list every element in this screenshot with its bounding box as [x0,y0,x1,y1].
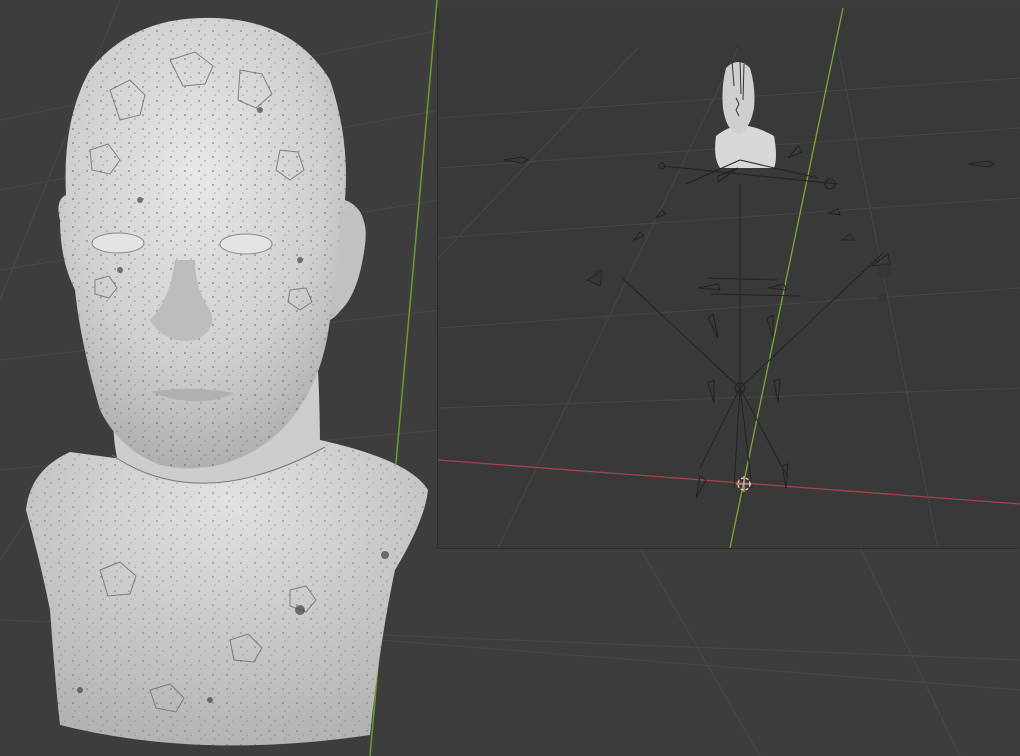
armature-rig [503,145,996,499]
inset-viewport[interactable] [438,8,1020,548]
main-3d-viewport[interactable] [0,0,1020,756]
rig-hand-clusters [592,263,891,303]
3d-cursor-icon[interactable] [736,476,752,492]
x-axis-line [438,459,1020,505]
right-eye [219,233,273,255]
bust-ear [335,209,366,315]
left-eye [91,232,145,254]
inset-viewport-canvas [438,8,1020,548]
small-bust [715,46,776,168]
